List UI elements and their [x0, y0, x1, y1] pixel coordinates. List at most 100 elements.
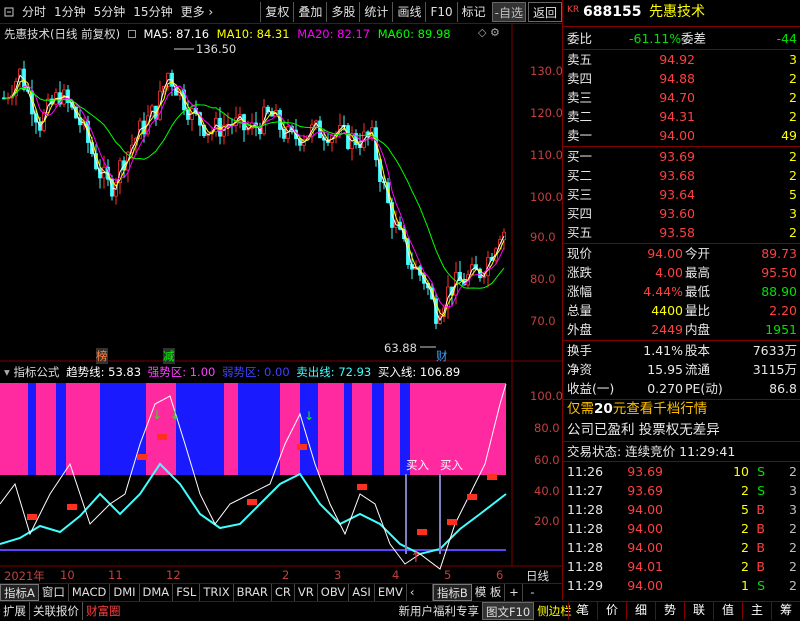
tab-5min[interactable]: 5分钟 [90, 2, 130, 22]
tab-brar[interactable]: BRAR [234, 584, 272, 601]
kline-svg[interactable]: ↑ ↓ ↓ ↓ [0, 24, 562, 584]
kline-chart-area[interactable]: ↑ ↓ ↓ ↓ 先惠技术(日线 前复权) MA5: 87.16 MA10: 84.31… [0, 24, 563, 584]
tab-indicator-b[interactable]: 指标B [432, 584, 472, 601]
remove-window-button[interactable]: - [523, 584, 541, 601]
strength-bar [137, 454, 147, 460]
date-tick: 12 [166, 568, 181, 582]
wealth-circle-button[interactable]: 财富圈 [82, 602, 124, 620]
bid-vol: 2 [789, 149, 797, 164]
duogu-button[interactable]: 多股 [326, 1, 359, 22]
tab-jia[interactable]: 价 [597, 601, 626, 620]
tick-price: 94.01 [627, 559, 663, 574]
tab-bi[interactable]: 笔 [568, 601, 597, 620]
level2-ad-link[interactable]: 仅需20元查看千档行情 [563, 400, 800, 421]
remove-watchlist-button[interactable]: -自选 [491, 1, 526, 22]
bid-row[interactable]: 买一 93.69 2 [563, 147, 800, 166]
sell-arrow-icon: ↓ [170, 408, 180, 422]
indicator-zone [280, 383, 300, 475]
indicator-dropdown-icon[interactable]: ▾ [4, 365, 10, 379]
chart-toolbar: 分时 1分钟 5分钟 15分钟 更多 › 复权 叠加 多股 统计 画线 F10 … [0, 0, 562, 24]
tab-dmi[interactable]: DMI [110, 584, 140, 601]
strength-bar [467, 494, 477, 500]
tab-xi[interactable]: 细 [626, 601, 655, 620]
tab-fsl[interactable]: FSL [173, 584, 201, 601]
tick-vol: 2 [741, 483, 749, 498]
tab-cr[interactable]: CR [272, 584, 295, 601]
promo-link[interactable]: 新用户福利专享 [396, 602, 483, 620]
right-panel-tabs: 笔 价 细 势 联 值 主 筹 [568, 601, 800, 620]
indicator-strong: 强势区: 1.00 [147, 365, 216, 379]
tab-emv[interactable]: EMV [375, 584, 407, 601]
price-tick: 80.0 [530, 272, 556, 286]
bid-row[interactable]: 买四 93.60 3 [563, 204, 800, 223]
stat-value: 86.8 [769, 381, 797, 396]
chart-settings-icons[interactable]: ◇ ⚙ [478, 26, 500, 39]
huaxian-button[interactable]: 画线 [392, 1, 425, 22]
tick-side: S [757, 464, 765, 479]
tab-1min[interactable]: 1分钟 [50, 2, 90, 22]
jian-marker[interactable]: 减 [163, 348, 175, 364]
weicha-label: 委差 [681, 31, 707, 46]
tab-template[interactable]: 模 板 [472, 584, 506, 601]
ad-text: 元查看千档行情 [612, 401, 708, 417]
tongji-button[interactable]: 统计 [359, 1, 392, 22]
biaoji-button[interactable]: 标记 [456, 1, 490, 22]
toolbar-left-icon[interactable] [0, 2, 18, 22]
strength-bar [247, 499, 257, 505]
add-window-button[interactable]: + [505, 584, 524, 601]
tab-15min[interactable]: 15分钟 [129, 2, 176, 22]
tab-window[interactable]: 窗口 [39, 584, 69, 601]
ind-tick: 20.0 [534, 514, 560, 528]
diejia-button[interactable]: 叠加 [293, 1, 326, 22]
indicator-zone [176, 383, 200, 475]
cai-marker[interactable]: 财 [436, 348, 448, 364]
tab-dma[interactable]: DMA [140, 584, 174, 601]
bid-row[interactable]: 买二 93.68 2 [563, 166, 800, 185]
indicator-zone [224, 383, 238, 475]
ask-row[interactable]: 卖五 94.92 3 [563, 50, 800, 69]
tab-shi[interactable]: 势 [655, 601, 684, 620]
stock-header: KR 688155 先惠技术 [563, 3, 800, 25]
bid-row[interactable]: 买五 93.58 2 [563, 223, 800, 242]
stat-value: 4.00 [655, 265, 683, 280]
tab-indicator-a[interactable]: 指标A [0, 584, 39, 601]
ask-vol: 2 [789, 90, 797, 105]
ask-row[interactable]: 卖四 94.88 2 [563, 69, 800, 88]
ask-label: 卖二 [567, 109, 593, 124]
bang-marker[interactable]: 榜 [96, 348, 108, 364]
bid-row[interactable]: 买三 93.64 5 [563, 185, 800, 204]
tab-lian[interactable]: 联 [684, 601, 713, 620]
scroll-left-icon[interactable]: ‹ [407, 584, 433, 601]
back-button[interactable]: 返回 [527, 1, 562, 22]
fuquan-button[interactable]: 复权 [260, 1, 293, 22]
ask-label: 卖三 [567, 90, 593, 105]
tab-asi[interactable]: ASI [349, 584, 375, 601]
period-label[interactable]: 日线 [526, 568, 549, 584]
f10-tuwen-button[interactable]: 图文F10 [482, 602, 535, 620]
tab-vr[interactable]: VR [295, 584, 318, 601]
tab-obv[interactable]: OBV [318, 584, 350, 601]
trade-status-row: 交易状态: 连续竞价 11:29:41 [563, 442, 800, 461]
stat-label: 内盘 [685, 322, 711, 337]
related-quote-button[interactable]: 关联报价 [29, 602, 82, 620]
f10-button[interactable]: F10 [425, 1, 456, 22]
tab-macd[interactable]: MACD [69, 584, 111, 601]
ind-tick: 80.0 [534, 421, 560, 435]
indicator-buy: 买入线: 106.89 [377, 365, 461, 379]
ask-row[interactable]: 卖二 94.31 2 [563, 107, 800, 126]
tab-chou[interactable]: 筹 [771, 601, 800, 620]
ask-row[interactable]: 卖三 94.70 2 [563, 88, 800, 107]
tab-more[interactable]: 更多 › [177, 2, 218, 22]
tab-fenshi[interactable]: 分时 [18, 2, 50, 22]
indicator-name[interactable]: 指标公式 [13, 365, 59, 379]
stat-label: 最低 [685, 284, 711, 299]
ask-row[interactable]: 卖一 94.00 49 [563, 126, 800, 145]
ask-price: 94.70 [659, 90, 695, 105]
ask-label: 卖五 [567, 52, 593, 67]
extend-button[interactable]: 扩展 [0, 602, 29, 620]
tab-trix[interactable]: TRIX [200, 584, 234, 601]
tab-zhi[interactable]: 值 [713, 601, 742, 620]
bid-price: 93.58 [659, 225, 695, 240]
tick-time: 11:29 [567, 578, 604, 593]
tab-zhu[interactable]: 主 [742, 601, 771, 620]
